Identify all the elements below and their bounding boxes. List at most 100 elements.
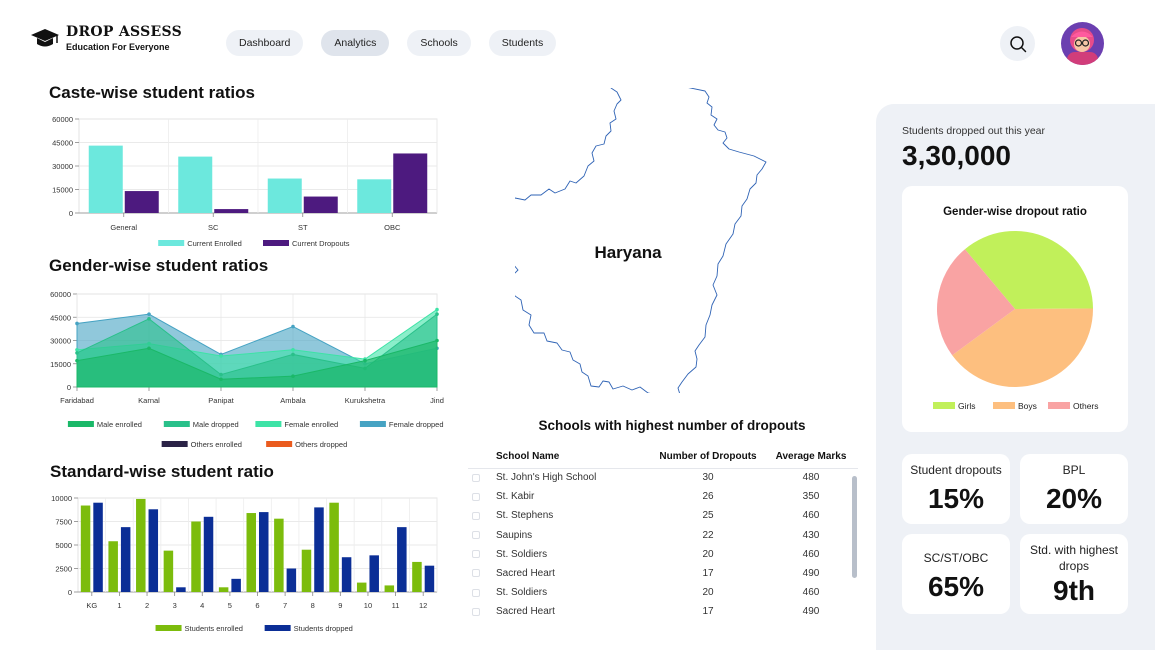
row-checkbox[interactable] xyxy=(472,531,480,540)
data-point xyxy=(75,351,79,355)
data-point xyxy=(291,352,295,357)
row-checkbox[interactable] xyxy=(472,511,480,520)
stat-label: Student dropouts xyxy=(910,463,1002,477)
stat-label: SC/ST/OBC xyxy=(923,551,989,565)
avatar-illustration xyxy=(1061,22,1104,65)
dropouts-cell: 25 xyxy=(702,510,714,522)
dropouts-cell: 20 xyxy=(702,548,714,560)
stat-label: BPL xyxy=(1062,463,1086,477)
bar-students-enrolled xyxy=(274,518,284,592)
dropouts-cell: 20 xyxy=(702,587,714,599)
table-row[interactable]: Saupins 22 430 xyxy=(468,526,858,545)
bar-students-enrolled xyxy=(108,541,118,592)
dropouts-cell: 30 xyxy=(702,472,714,484)
school-name-cell: Saupins xyxy=(496,529,533,541)
x-tick-label: 9 xyxy=(338,601,342,610)
y-tick-label: 0 xyxy=(68,588,72,597)
bar-current-dropouts xyxy=(303,196,338,213)
x-tick-label: 7 xyxy=(283,601,287,610)
search-icon xyxy=(1009,35,1026,52)
y-tick-label: 60000 xyxy=(52,115,73,124)
bar-students-dropped xyxy=(286,568,297,592)
stat-card-dropouts: Student dropouts 15% xyxy=(902,454,1010,524)
row-checkbox[interactable] xyxy=(472,550,480,559)
data-point xyxy=(219,372,223,377)
row-checkbox[interactable] xyxy=(472,569,480,578)
x-tick-label: KG xyxy=(86,601,97,610)
legend-label: Current Dropouts xyxy=(292,239,350,248)
column-school-name[interactable]: School Name xyxy=(492,446,652,469)
table-row[interactable]: Sacred Heart 17 490 xyxy=(468,602,858,621)
marks-cell: 480 xyxy=(802,472,820,484)
legend-label: Male enrolled xyxy=(97,420,142,429)
nav-students[interactable]: Students xyxy=(488,30,557,56)
legend-label: Female enrolled xyxy=(284,420,338,429)
dropouts-cell: 22 xyxy=(702,529,714,541)
bar-students-dropped xyxy=(93,502,103,592)
stat-value: 65% xyxy=(927,571,985,602)
bar-students-dropped xyxy=(259,512,269,592)
row-checkbox[interactable] xyxy=(472,588,480,597)
marks-cell: 490 xyxy=(802,606,820,618)
x-tick-label: 3 xyxy=(173,601,177,610)
bar-current-dropouts xyxy=(393,153,428,213)
legend-label: Girls xyxy=(958,401,975,411)
legend-swatch xyxy=(67,421,94,427)
y-tick-label: 2500 xyxy=(55,565,72,574)
gender-dropout-card: Gender-wise dropout ratio Girls Boys Other… xyxy=(902,186,1128,432)
table-row[interactable]: St. Soldiers 20 460 xyxy=(468,583,858,602)
x-tick-label: Panipat xyxy=(208,396,234,405)
y-tick-label: 0 xyxy=(67,383,71,392)
table-row[interactable]: Sacred Heart 17 490 xyxy=(468,564,858,583)
nav-analytics[interactable]: Analytics xyxy=(321,30,390,56)
x-tick-label: Faridabad xyxy=(60,396,94,405)
brand[interactable]: DROP ASSESS Education For Everyone xyxy=(30,24,182,52)
legend-swatch xyxy=(155,625,182,631)
bar-students-dropped xyxy=(148,509,159,592)
row-checkbox[interactable] xyxy=(472,492,480,501)
map-outline: Haryana xyxy=(447,72,767,422)
column-average-marks[interactable]: Average Marks xyxy=(764,446,858,469)
nav-dashboard[interactable]: Dashboard xyxy=(226,30,304,56)
bar-current-dropouts xyxy=(124,191,159,213)
table-row[interactable]: St. Kabir 26 350 xyxy=(468,487,858,506)
y-tick-label: 45000 xyxy=(52,139,73,148)
nav-schools[interactable]: Schools xyxy=(407,30,471,56)
user-avatar[interactable] xyxy=(1061,22,1104,65)
table-row[interactable]: St. Soldiers 20 460 xyxy=(468,545,858,564)
map-label: Haryana xyxy=(594,243,662,262)
legend-swatch xyxy=(933,402,955,409)
bar-students-dropped xyxy=(314,507,324,592)
dropouts-cell: 17 xyxy=(702,568,714,580)
data-point xyxy=(363,358,367,363)
row-checkbox[interactable] xyxy=(472,607,480,616)
table-scrollbar[interactable] xyxy=(852,476,857,578)
gender-pie-chart: Girls Boys Others xyxy=(933,231,1099,411)
data-point xyxy=(147,312,151,316)
haryana-map[interactable]: Haryana xyxy=(447,72,775,422)
x-tick-label: 10 xyxy=(364,601,372,610)
y-tick-label: 5000 xyxy=(55,541,72,550)
row-checkbox[interactable] xyxy=(472,473,480,482)
data-point xyxy=(219,377,223,382)
dropped-label: Students dropped out this year xyxy=(902,125,1046,137)
bar-students-enrolled xyxy=(412,561,422,592)
marks-cell: 430 xyxy=(802,529,820,541)
school-name-cell: Sacred Heart xyxy=(496,568,555,580)
legend-label: Current Enrolled xyxy=(187,239,242,248)
data-point xyxy=(291,348,295,352)
bar-students-enrolled xyxy=(301,549,312,592)
bar-current-enrolled xyxy=(267,178,302,213)
marks-cell: 460 xyxy=(802,548,820,560)
school-name-cell: St. Soldiers xyxy=(496,587,548,599)
table-row[interactable]: St. Stephens 25 460 xyxy=(468,506,858,525)
bar-current-enrolled xyxy=(357,179,392,213)
brand-name: DROP ASSESS xyxy=(66,24,183,40)
data-point xyxy=(435,312,439,316)
search-button[interactable] xyxy=(1000,26,1035,61)
column-dropouts[interactable]: Number of Dropouts xyxy=(652,446,764,469)
stat-card-standard: Std. with highest drops 9th xyxy=(1020,534,1128,614)
legend-label: Students dropped xyxy=(294,624,353,633)
table-row[interactable]: St. John's High School 30 480 xyxy=(468,468,858,487)
bar-students-enrolled xyxy=(136,498,146,592)
